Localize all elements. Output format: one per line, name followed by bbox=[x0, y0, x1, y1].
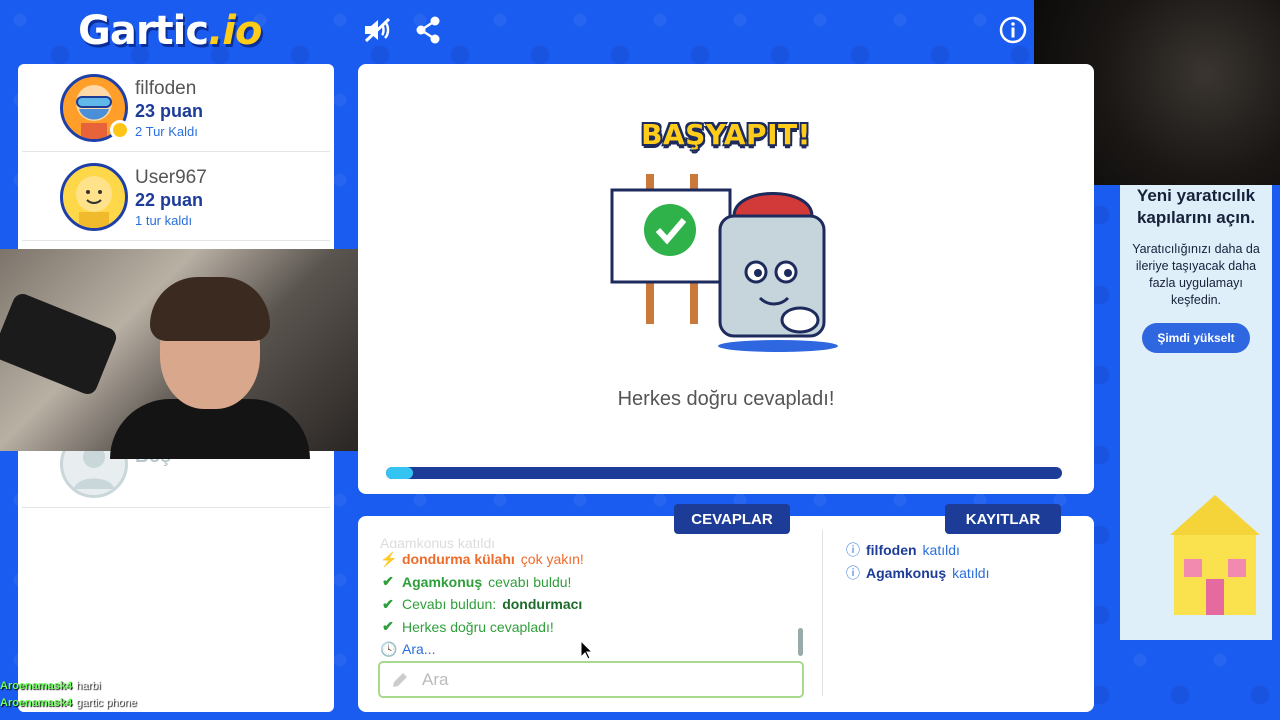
player-avatar bbox=[60, 163, 128, 231]
round-result-message: Herkes doğru cevapladı! bbox=[617, 388, 835, 410]
pencil-icon bbox=[393, 672, 407, 687]
answer-line-correct: ✔ Herkes doğru cevapladı! bbox=[380, 616, 800, 639]
share-icon[interactable] bbox=[412, 14, 444, 46]
player-turns-left: 2 Tur Kaldı bbox=[135, 124, 198, 139]
masterpiece-illustration-icon bbox=[610, 174, 838, 352]
info-icon: ⓘ bbox=[846, 541, 860, 558]
chat-divider bbox=[822, 530, 823, 696]
log-line: ⓘ filfoden katıldı bbox=[846, 541, 960, 558]
checkmark-icon: ✔ bbox=[382, 618, 394, 635]
player-name: filfoden bbox=[135, 78, 197, 99]
answers-scrollbar[interactable] bbox=[798, 628, 803, 656]
gartic-logo[interactable]: Gartic.io bbox=[78, 8, 262, 54]
tab-answers[interactable]: CEVAPLAR bbox=[674, 504, 790, 534]
player-row: User967 22 puan 1 tur kaldı bbox=[22, 153, 330, 241]
chat-panel: CEVAPLAR KAYITLAR Agamkonuş katıldı ⚡ do… bbox=[358, 504, 1094, 712]
info-icon[interactable] bbox=[997, 14, 1029, 46]
answer-line-correct: ✔ Cevabı buldun: dondurmacı bbox=[380, 593, 800, 616]
stream-chat-line: Aroenamask4 harbi bbox=[0, 680, 101, 692]
stream-chat-line: Aroenamask4 gartic phone bbox=[0, 697, 137, 709]
ad-body: Yaratıcılığınızı daha da ileriye taşıyac… bbox=[1132, 242, 1260, 307]
guess-input-field[interactable] bbox=[378, 661, 804, 698]
player-name: User967 bbox=[135, 167, 207, 188]
ad-house-illustration-icon bbox=[1170, 495, 1260, 615]
masterpiece-title: BAŞYAPIT! bbox=[641, 118, 811, 151]
sound-muted-icon[interactable] bbox=[362, 14, 394, 46]
drawing-status-dot bbox=[110, 120, 130, 140]
ad-headline: Yeni yaratıcılık kapılarını açın. bbox=[1136, 186, 1256, 227]
player-score: 23 puan bbox=[135, 101, 204, 121]
round-timer-bar bbox=[386, 467, 1062, 479]
stream-chat-overlay: Aroenamask4 harbi Aroenamask4 gartic phone bbox=[0, 680, 200, 714]
log-line: ⓘ Agamkonuş katıldı bbox=[846, 564, 990, 581]
webcam-hair bbox=[150, 277, 270, 341]
mouse-cursor-icon bbox=[580, 640, 594, 660]
advertisement[interactable]: Yeni yaratıcılık kapılarını açın. Yaratı… bbox=[1120, 185, 1272, 640]
info-icon: ⓘ bbox=[846, 564, 860, 581]
guess-input[interactable] bbox=[422, 669, 782, 690]
streamer-webcam bbox=[0, 249, 358, 459]
drawing-area: BAŞYAPIT! Herkes doğru cevapladı! bbox=[358, 64, 1094, 494]
player-score: 22 puan bbox=[135, 190, 204, 210]
answer-line-correct: ✔ Agamkonuş cevabı buldu! bbox=[380, 571, 800, 594]
clock-icon: 🕓 bbox=[380, 640, 398, 657]
microphone bbox=[0, 290, 120, 398]
player-turns-left: 1 tur kaldı bbox=[135, 213, 193, 228]
ad-upgrade-button[interactable]: Şimdi yükselt bbox=[1142, 323, 1250, 353]
round-timer-fill bbox=[386, 467, 414, 479]
tab-logs[interactable]: KAYITLAR bbox=[945, 504, 1061, 534]
logs-list: ⓘ filfoden katıldı ⓘ Agamkonuş katıldı bbox=[846, 538, 1076, 584]
answer-line: Agamkonuş katıldı bbox=[380, 538, 496, 548]
answer-line-close: ⚡ dondurma külahı çok yakın! bbox=[380, 550, 584, 568]
checkmark-icon: ✔ bbox=[382, 573, 394, 590]
lightning-icon: ⚡ bbox=[380, 550, 398, 567]
player-row: filfoden 23 puan 2 Tur Kaldı bbox=[22, 64, 330, 152]
checkmark-icon: ✔ bbox=[382, 595, 394, 612]
